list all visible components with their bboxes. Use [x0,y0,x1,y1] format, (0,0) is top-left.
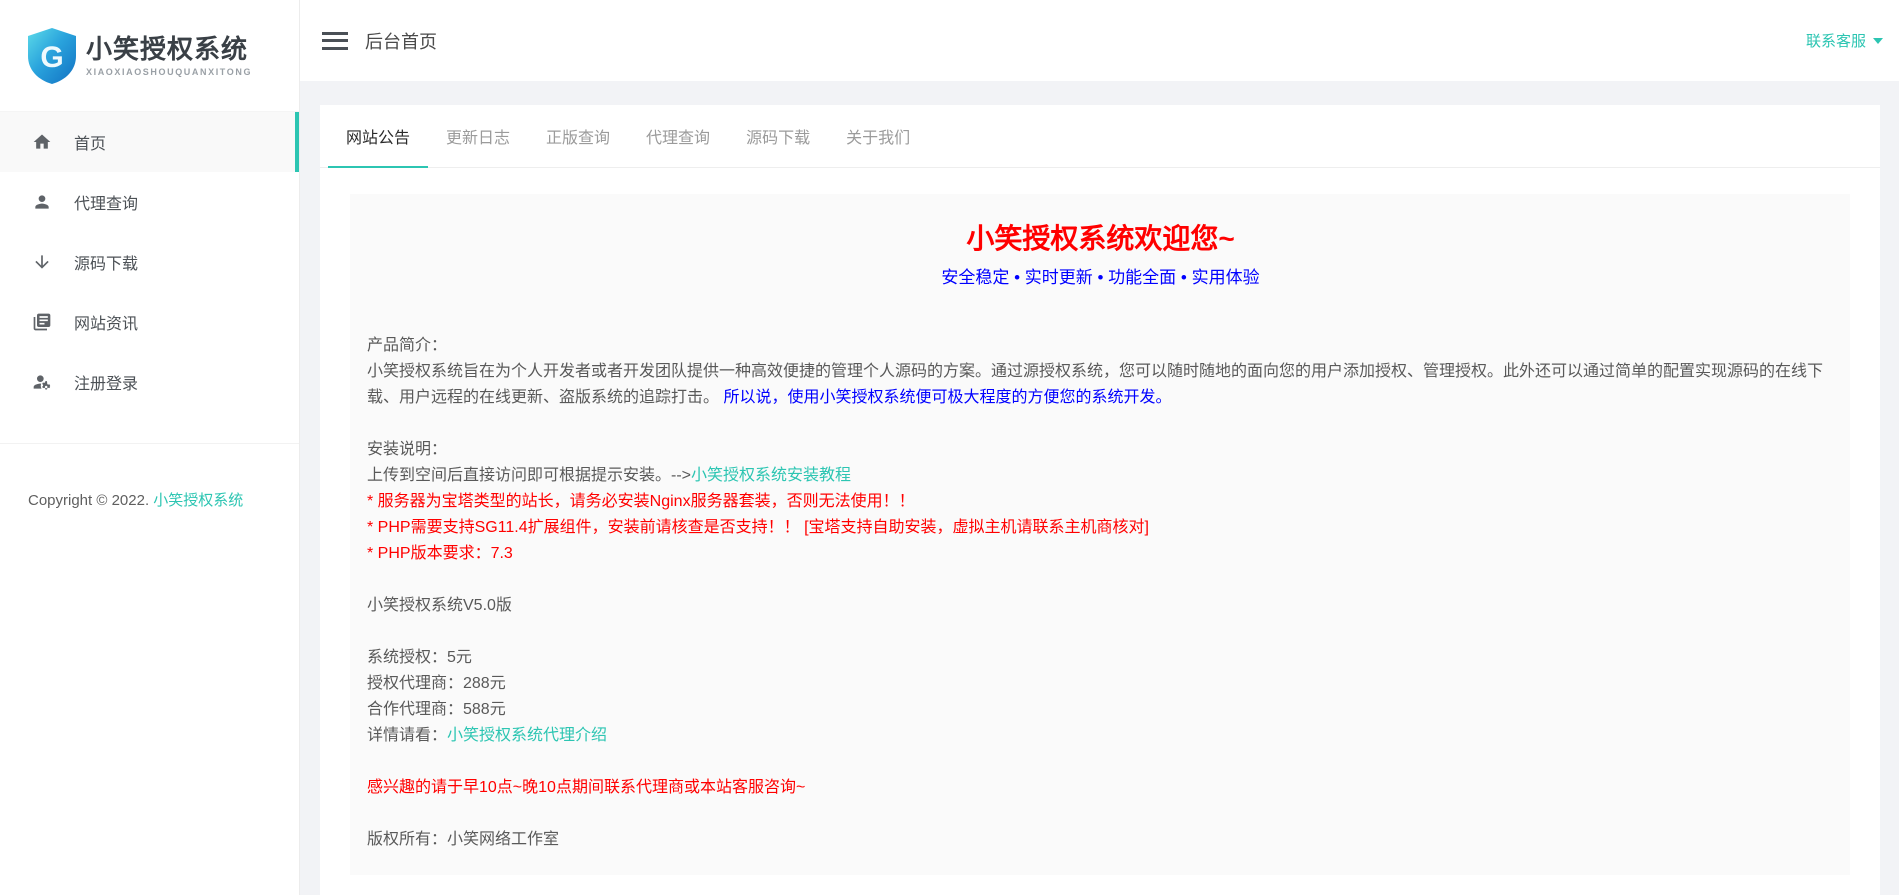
sidebar-copyright: Copyright © 2022. 小笑授权系统 [0,443,299,513]
price-system: 系统授权：5元 [367,645,1834,671]
install-label: 安装说明： [367,437,1834,463]
detail-line: 详情请看：小笑授权系统代理介绍 [367,723,1834,749]
sidebar-item-label: 首页 [74,130,106,154]
top-header: 后台首页 联系客服 [300,0,1899,81]
shield-letter: G [40,41,63,74]
contact-service-dropdown[interactable]: 联系客服 [1806,30,1883,51]
intro-label: 产品简介： [367,333,1834,359]
sidebar-item-agent-query[interactable]: 代理查询 [0,172,299,232]
sidebar-item-label: 网站资讯 [74,310,138,334]
tab-site-announcement[interactable]: 网站公告 [328,105,428,167]
price-partner: 合作代理商：588元 [367,697,1834,723]
logo[interactable]: G 小笑授权系统 XIAOXIAOSHOUQUANXITONG [0,0,299,112]
tab-agent-query[interactable]: 代理查询 [628,105,728,167]
tab-update-log[interactable]: 更新日志 [428,105,528,167]
sidebar: G 小笑授权系统 XIAOXIAOSHOUQUANXITONG 首页 代理查询 … [0,0,300,895]
version-line: 小笑授权系统V5.0版 [367,593,1834,619]
brand-text: 小笑授权系统 XIAOXIAOSHOUQUANXITONG [86,34,252,77]
page-title: 后台首页 [365,28,437,54]
tab-about-us[interactable]: 关于我们 [828,105,928,167]
announcement-title: 小笑授权系统欢迎您~ [367,222,1834,256]
announcement-subtitle: 安全稳定 • 实时更新 • 功能全面 • 实用体验 [367,267,1834,289]
warning-php-version: * PHP版本要求：7.3 [367,541,1834,567]
sidebar-item-home[interactable]: 首页 [0,112,299,172]
shield-logo-icon: G [28,27,76,85]
price-agent: 授权代理商：288元 [367,671,1834,697]
install-tutorial-link[interactable]: 小笑授权系统安装教程 [691,467,851,484]
sidebar-item-site-news[interactable]: 网站资讯 [0,292,299,352]
tab-source-download[interactable]: 源码下载 [728,105,828,167]
sidebar-item-label: 源码下载 [74,250,138,274]
main-content: 网站公告 更新日志 正版查询 代理查询 源码下载 关于我们 小笑授权系统欢迎您~… [300,81,1899,895]
agent-intro-link[interactable]: 小笑授权系统代理介绍 [447,727,607,744]
warning-sg11: * PHP需要支持SG11.4扩展组件，安装前请核查是否支持！！ [宝塔支持自助… [367,515,1834,541]
tab-bar: 网站公告 更新日志 正版查询 代理查询 源码下载 关于我们 [320,105,1880,168]
sidebar-item-source-download[interactable]: 源码下载 [0,232,299,292]
user-settings-icon [32,372,52,392]
warning-nginx: * 服务器为宝塔类型的站长，请务必安装Nginx服务器套装，否则无法使用！！ [367,489,1834,515]
sidebar-menu: 首页 代理查询 源码下载 网站资讯 注册登录 [0,112,299,412]
home-icon [32,132,52,152]
detail-label: 详情请看： [367,727,447,744]
announcement-body: 产品简介： 小笑授权系统旨在为个人开发者或者开发团队提供一种高效便捷的管理个人源… [367,333,1834,853]
install-text: 上传到空间后直接访问即可根据提示安装。--> [367,467,691,484]
install-line: 上传到空间后直接访问即可根据提示安装。-->小笑授权系统安装教程 [367,463,1834,489]
download-arrow-icon [32,252,52,272]
sidebar-item-register-login[interactable]: 注册登录 [0,352,299,412]
news-icon [32,312,52,332]
brand-subtitle: XIAOXIAOSHOUQUANXITONG [86,67,252,77]
contact-notice: 感兴趣的请于早10点~晚10点期间联系代理商或本站客服咨询~ [367,775,1834,801]
content-card: 网站公告 更新日志 正版查询 代理查询 源码下载 关于我们 小笑授权系统欢迎您~… [320,105,1880,895]
copyright-text: Copyright © 2022. [28,492,153,509]
person-icon [32,192,52,212]
sidebar-item-label: 代理查询 [74,190,138,214]
announcement-panel: 小笑授权系统欢迎您~ 安全稳定 • 实时更新 • 功能全面 • 实用体验 产品简… [350,194,1850,875]
chevron-down-icon [1873,38,1883,44]
brand-title: 小笑授权系统 [86,34,252,64]
tab-genuine-query[interactable]: 正版查询 [528,105,628,167]
contact-service-label: 联系客服 [1806,30,1866,51]
sidebar-item-label: 注册登录 [74,370,138,394]
intro-highlight: 所以说，使用小笑授权系统便可极大程度的方便您的系统开发。 [719,389,1171,406]
intro-paragraph: 小笑授权系统旨在为个人开发者或者开发团队提供一种高效便捷的管理个人源码的方案。通… [367,359,1834,411]
copyright-owner: 版权所有：小笑网络工作室 [367,827,1834,853]
menu-toggle-icon[interactable] [322,27,348,54]
copyright-brand-link[interactable]: 小笑授权系统 [153,492,243,509]
